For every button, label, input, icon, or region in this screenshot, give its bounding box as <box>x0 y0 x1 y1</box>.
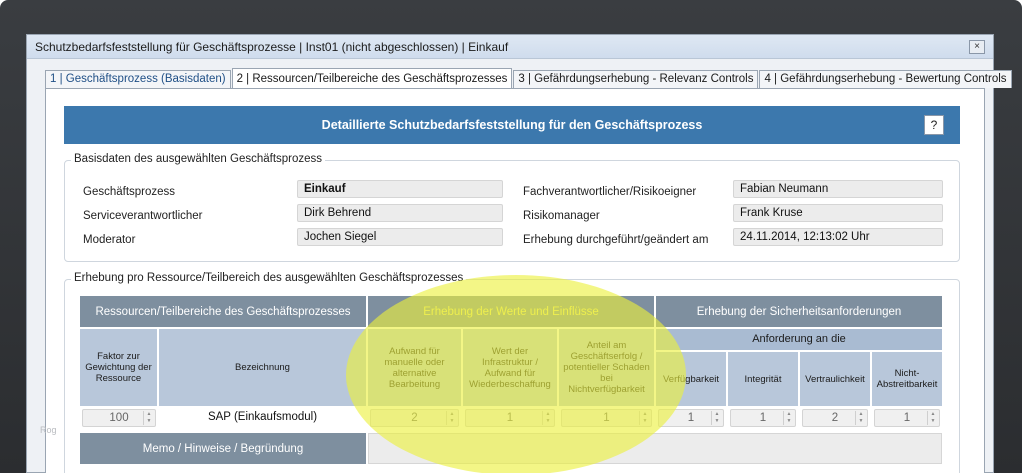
nicht-abstreitbarkeit-value: 1 <box>903 412 911 424</box>
col-anteil: Anteil am Geschäftserfolg / potentieller… <box>559 329 654 406</box>
wert-value: 1 <box>506 412 514 424</box>
basisdaten-group: Basisdaten des ausgewählten Geschäftspro… <box>64 153 960 262</box>
label-geschaeftsprozess: Geschäftsprozess <box>83 186 176 198</box>
erhebung-legend: Erhebung pro Ressource/Teilbereich des a… <box>71 272 467 284</box>
verfuegbarkeit-value: 1 <box>687 412 695 424</box>
aufwand-stepper[interactable]: 2 ▲ ▼ <box>370 409 459 427</box>
label-risikomanager: Risikomanager <box>523 210 600 222</box>
col-wert: Wert der Infrastruktur / Aufwand für Wie… <box>463 329 557 406</box>
tab-basisdaten[interactable]: 1 | Geschäftsprozess (Basisdaten) <box>45 70 231 88</box>
spinner-icon[interactable]: ▲ ▼ <box>927 411 938 425</box>
page-title: Detaillierte Schutzbedarfsfeststellung f… <box>321 118 703 132</box>
col-faktor: Faktor zur Gewichtung der Ressource <box>80 329 157 406</box>
integritaet-stepper[interactable]: 1 ▲ ▼ <box>730 409 796 427</box>
value-fachverantwortlicher[interactable]: Fabian Neumann <box>733 180 943 198</box>
value-erhebung-datum[interactable]: 24.11.2014, 12:13:02 Uhr <box>733 228 943 246</box>
anteil-value: 1 <box>603 412 610 424</box>
value-geschaeftsprozess[interactable]: Einkauf <box>297 180 503 198</box>
watermark: Rog <box>40 425 57 435</box>
help-button[interactable]: ? <box>924 115 944 135</box>
spinner-icon[interactable]: ▲ ▼ <box>855 411 866 425</box>
tab-bewertung-controls[interactable]: 4 | Gefährdungserhebung - Bewertung Cont… <box>759 70 1012 88</box>
col-verfuegbarkeit: Verfügbarkeit <box>656 352 726 406</box>
app-window: Schutzbedarfsfeststellung für Geschäftsp… <box>26 34 1012 473</box>
label-serviceverantwortlicher: Serviceverantwortlicher <box>83 210 203 222</box>
col-nicht-abstreitbarkeit: Nicht-Abstreitbarkeit <box>872 352 942 406</box>
vertraulichkeit-value: 2 <box>831 412 839 424</box>
tab-relevanz-controls[interactable]: 3 | Gefährdungserhebung - Relevanz Contr… <box>513 70 759 88</box>
label-fachverantwortlicher: Fachverantwortlicher/Risikoeigner <box>523 186 697 198</box>
wert-stepper[interactable]: 1 ▲ ▼ <box>465 409 555 427</box>
tab-ressourcen[interactable]: 2 | Ressourcen/Teilbereiche des Geschäft… <box>231 68 513 89</box>
label-erhebung-datum: Erhebung durchgeführt/geändert am <box>523 234 709 246</box>
label-moderator: Moderator <box>83 234 136 246</box>
col-vertraulichkeit: Vertraulichkeit <box>800 352 870 406</box>
faktor-stepper[interactable]: 100 ▲ ▼ <box>82 409 156 427</box>
col-integritaet: Integrität <box>728 352 798 406</box>
spinner-icon[interactable]: ▲ ▼ <box>711 411 722 425</box>
verfuegbarkeit-stepper[interactable]: 1 ▲ ▼ <box>658 409 724 427</box>
anteil-stepper[interactable]: 1 ▲ ▼ <box>561 409 652 427</box>
bezeichnung-value: SAP (Einkaufsmodul) <box>207 411 318 423</box>
page-banner: Detaillierte Schutzbedarfsfeststellung f… <box>64 106 960 144</box>
nicht-abstreitbarkeit-stepper[interactable]: 1 ▲ ▼ <box>874 409 940 427</box>
value-serviceverantwortlicher[interactable]: Dirk Behrend <box>297 204 503 222</box>
spinner-icon[interactable]: ▲ ▼ <box>446 411 457 425</box>
basisdaten-legend: Basisdaten des ausgewählten Geschäftspro… <box>71 153 326 165</box>
close-icon[interactable]: × <box>969 39 985 54</box>
title-bar: Schutzbedarfsfeststellung für Geschäftsp… <box>27 35 993 59</box>
header-sicherheit: Erhebung der Sicherheitsanforderungen <box>656 296 942 327</box>
aufwand-value: 2 <box>411 412 418 424</box>
spinner-icon[interactable]: ▲ ▼ <box>783 411 794 425</box>
vertraulichkeit-stepper[interactable]: 2 ▲ ▼ <box>802 409 868 427</box>
value-moderator[interactable]: Jochen Siegel <box>297 228 503 246</box>
spinner-icon[interactable]: ▲ ▼ <box>639 411 650 425</box>
col-aufwand: Aufwand für manuelle oder alternative Be… <box>368 329 461 406</box>
spinner-icon[interactable]: ▲ ▼ <box>143 411 154 425</box>
integritaet-value: 1 <box>759 412 767 424</box>
header-werte: Erhebung der Werte und Einflüsse <box>368 296 654 327</box>
window-title: Schutzbedarfsfeststellung für Geschäftsp… <box>35 39 509 54</box>
header-anforderung: Anforderung an die <box>656 329 942 350</box>
value-risikomanager[interactable]: Frank Kruse <box>733 204 943 222</box>
col-bezeichnung: Bezeichnung <box>159 329 366 406</box>
memo-header: Memo / Hinweise / Begründung <box>80 433 366 464</box>
faktor-value: 100 <box>109 412 129 424</box>
tab-bar: 1 | Geschäftsprozess (Basisdaten) 2 | Re… <box>45 68 1013 89</box>
spinner-icon[interactable]: ▲ ▼ <box>542 411 553 425</box>
header-ressourcen: Ressourcen/Teilbereiche des Geschäftspro… <box>80 296 366 327</box>
memo-textarea[interactable] <box>368 433 942 464</box>
